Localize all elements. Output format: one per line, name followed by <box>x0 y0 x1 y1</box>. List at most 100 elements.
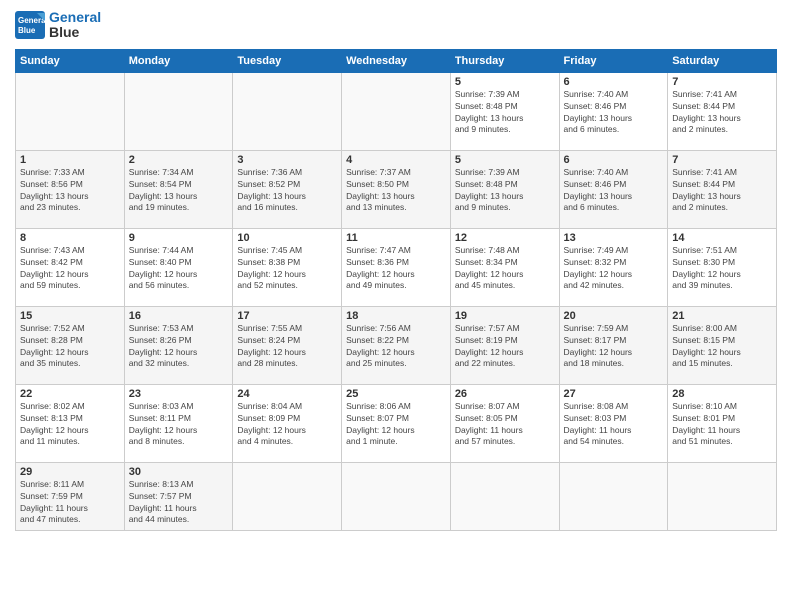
day-number: 18 <box>346 310 446 322</box>
day-number: 30 <box>129 466 229 478</box>
day-number: 12 <box>455 232 555 244</box>
calendar-week-row: 8Sunrise: 7:43 AMSunset: 8:42 PMDaylight… <box>16 228 777 306</box>
day-info: Sunrise: 7:49 AMSunset: 8:32 PMDaylight:… <box>564 245 664 293</box>
col-monday: Monday <box>124 49 233 72</box>
logo-text: General Blue <box>49 10 101 41</box>
logo: General Blue General Blue <box>15 10 101 41</box>
table-row: 2Sunrise: 7:34 AMSunset: 8:54 PMDaylight… <box>124 150 233 228</box>
col-saturday: Saturday <box>668 49 777 72</box>
day-number: 29 <box>20 466 120 478</box>
day-info: Sunrise: 8:04 AMSunset: 8:09 PMDaylight:… <box>237 401 337 449</box>
day-info: Sunrise: 7:48 AMSunset: 8:34 PMDaylight:… <box>455 245 555 293</box>
table-row: 8Sunrise: 7:43 AMSunset: 8:42 PMDaylight… <box>16 228 125 306</box>
col-tuesday: Tuesday <box>233 49 342 72</box>
table-row <box>16 72 125 150</box>
day-number: 11 <box>346 232 446 244</box>
calendar-week-row: 22Sunrise: 8:02 AMSunset: 8:13 PMDayligh… <box>16 384 777 462</box>
day-number: 22 <box>20 388 120 400</box>
table-row: 29Sunrise: 8:11 AMSunset: 7:59 PMDayligh… <box>16 462 125 530</box>
table-row: 9Sunrise: 7:44 AMSunset: 8:40 PMDaylight… <box>124 228 233 306</box>
day-number: 4 <box>346 154 446 166</box>
table-row: 5Sunrise: 7:39 AMSunset: 8:48 PMDaylight… <box>450 150 559 228</box>
table-row: 21Sunrise: 8:00 AMSunset: 8:15 PMDayligh… <box>668 306 777 384</box>
table-row: 11Sunrise: 7:47 AMSunset: 8:36 PMDayligh… <box>342 228 451 306</box>
table-row <box>559 462 668 530</box>
calendar-week-row: 5Sunrise: 7:39 AMSunset: 8:48 PMDaylight… <box>16 72 777 150</box>
day-info: Sunrise: 8:10 AMSunset: 8:01 PMDaylight:… <box>672 401 772 449</box>
table-row <box>233 462 342 530</box>
table-row: 18Sunrise: 7:56 AMSunset: 8:22 PMDayligh… <box>342 306 451 384</box>
day-number: 14 <box>672 232 772 244</box>
day-number: 28 <box>672 388 772 400</box>
table-row: 7Sunrise: 7:41 AMSunset: 8:44 PMDaylight… <box>668 150 777 228</box>
day-number: 1 <box>20 154 120 166</box>
day-info: Sunrise: 7:44 AMSunset: 8:40 PMDaylight:… <box>129 245 229 293</box>
day-number: 20 <box>564 310 664 322</box>
table-row: 30Sunrise: 8:13 AMSunset: 7:57 PMDayligh… <box>124 462 233 530</box>
table-row: 16Sunrise: 7:53 AMSunset: 8:26 PMDayligh… <box>124 306 233 384</box>
header-row: Sunday Monday Tuesday Wednesday Thursday… <box>16 49 777 72</box>
day-number: 24 <box>237 388 337 400</box>
table-row: 17Sunrise: 7:55 AMSunset: 8:24 PMDayligh… <box>233 306 342 384</box>
col-thursday: Thursday <box>450 49 559 72</box>
day-number: 10 <box>237 232 337 244</box>
day-number: 17 <box>237 310 337 322</box>
day-info: Sunrise: 7:37 AMSunset: 8:50 PMDaylight:… <box>346 167 446 215</box>
day-info: Sunrise: 7:39 AMSunset: 8:48 PMDaylight:… <box>455 89 555 137</box>
day-number: 3 <box>237 154 337 166</box>
table-row <box>233 72 342 150</box>
calendar-week-row: 15Sunrise: 7:52 AMSunset: 8:28 PMDayligh… <box>16 306 777 384</box>
logo-icon: General Blue <box>15 11 45 39</box>
day-info: Sunrise: 7:59 AMSunset: 8:17 PMDaylight:… <box>564 323 664 371</box>
table-row: 13Sunrise: 7:49 AMSunset: 8:32 PMDayligh… <box>559 228 668 306</box>
table-row: 26Sunrise: 8:07 AMSunset: 8:05 PMDayligh… <box>450 384 559 462</box>
table-row: 25Sunrise: 8:06 AMSunset: 8:07 PMDayligh… <box>342 384 451 462</box>
col-wednesday: Wednesday <box>342 49 451 72</box>
day-info: Sunrise: 7:33 AMSunset: 8:56 PMDaylight:… <box>20 167 120 215</box>
day-info: Sunrise: 8:07 AMSunset: 8:05 PMDaylight:… <box>455 401 555 449</box>
day-number: 13 <box>564 232 664 244</box>
day-info: Sunrise: 8:03 AMSunset: 8:11 PMDaylight:… <box>129 401 229 449</box>
table-row: 12Sunrise: 7:48 AMSunset: 8:34 PMDayligh… <box>450 228 559 306</box>
svg-text:General: General <box>18 16 45 25</box>
day-number: 23 <box>129 388 229 400</box>
table-row: 6Sunrise: 7:40 AMSunset: 8:46 PMDaylight… <box>559 72 668 150</box>
day-number: 27 <box>564 388 664 400</box>
day-number: 6 <box>564 76 664 88</box>
day-info: Sunrise: 7:39 AMSunset: 8:48 PMDaylight:… <box>455 167 555 215</box>
table-row: 6Sunrise: 7:40 AMSunset: 8:46 PMDaylight… <box>559 150 668 228</box>
day-number: 5 <box>455 154 555 166</box>
day-number: 25 <box>346 388 446 400</box>
table-row: 19Sunrise: 7:57 AMSunset: 8:19 PMDayligh… <box>450 306 559 384</box>
col-friday: Friday <box>559 49 668 72</box>
table-row: 7Sunrise: 7:41 AMSunset: 8:44 PMDaylight… <box>668 72 777 150</box>
day-info: Sunrise: 8:08 AMSunset: 8:03 PMDaylight:… <box>564 401 664 449</box>
day-info: Sunrise: 8:00 AMSunset: 8:15 PMDaylight:… <box>672 323 772 371</box>
table-row: 1Sunrise: 7:33 AMSunset: 8:56 PMDaylight… <box>16 150 125 228</box>
calendar-page: General Blue General Blue Sunday Monday … <box>0 0 792 612</box>
table-row: 23Sunrise: 8:03 AMSunset: 8:11 PMDayligh… <box>124 384 233 462</box>
day-info: Sunrise: 7:34 AMSunset: 8:54 PMDaylight:… <box>129 167 229 215</box>
day-info: Sunrise: 8:11 AMSunset: 7:59 PMDaylight:… <box>20 479 120 527</box>
table-row: 20Sunrise: 7:59 AMSunset: 8:17 PMDayligh… <box>559 306 668 384</box>
table-row: 5Sunrise: 7:39 AMSunset: 8:48 PMDaylight… <box>450 72 559 150</box>
day-number: 5 <box>455 76 555 88</box>
day-info: Sunrise: 7:55 AMSunset: 8:24 PMDaylight:… <box>237 323 337 371</box>
day-number: 2 <box>129 154 229 166</box>
day-info: Sunrise: 7:47 AMSunset: 8:36 PMDaylight:… <box>346 245 446 293</box>
day-info: Sunrise: 7:36 AMSunset: 8:52 PMDaylight:… <box>237 167 337 215</box>
day-number: 7 <box>672 76 772 88</box>
day-info: Sunrise: 8:06 AMSunset: 8:07 PMDaylight:… <box>346 401 446 449</box>
calendar-week-row: 29Sunrise: 8:11 AMSunset: 7:59 PMDayligh… <box>16 462 777 530</box>
table-row <box>342 462 451 530</box>
day-number: 15 <box>20 310 120 322</box>
col-sunday: Sunday <box>16 49 125 72</box>
table-row: 15Sunrise: 7:52 AMSunset: 8:28 PMDayligh… <box>16 306 125 384</box>
day-number: 8 <box>20 232 120 244</box>
table-row: 4Sunrise: 7:37 AMSunset: 8:50 PMDaylight… <box>342 150 451 228</box>
svg-text:Blue: Blue <box>18 26 36 35</box>
day-number: 19 <box>455 310 555 322</box>
day-info: Sunrise: 7:45 AMSunset: 8:38 PMDaylight:… <box>237 245 337 293</box>
day-info: Sunrise: 7:40 AMSunset: 8:46 PMDaylight:… <box>564 89 664 137</box>
table-row: 10Sunrise: 7:45 AMSunset: 8:38 PMDayligh… <box>233 228 342 306</box>
